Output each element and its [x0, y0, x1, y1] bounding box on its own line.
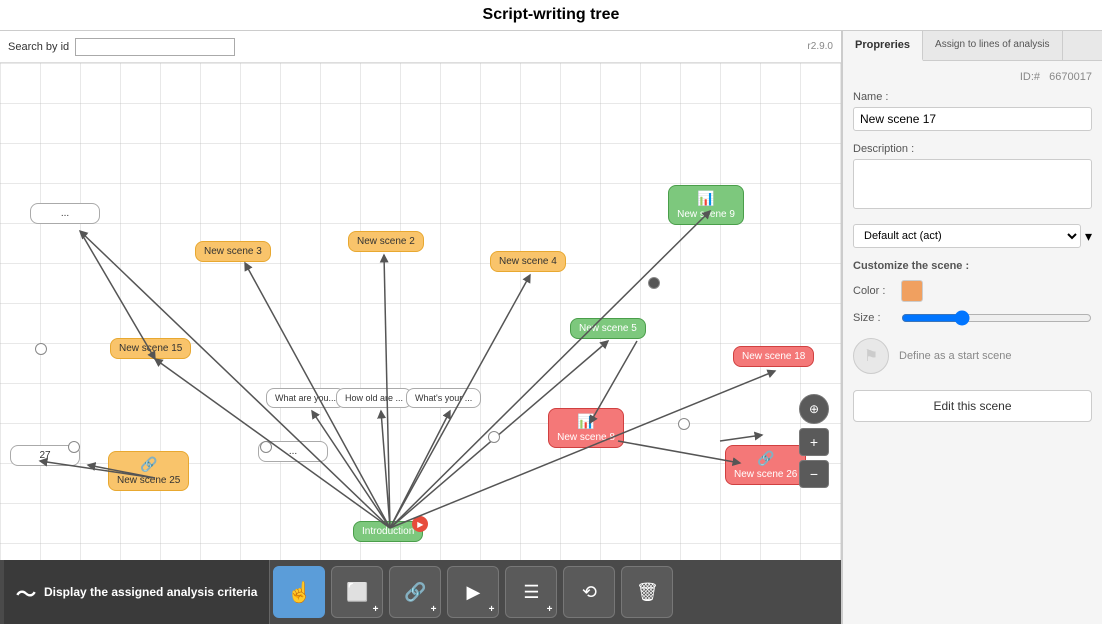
color-label: Color : — [853, 285, 893, 297]
node-whats-your[interactable]: What's your ... — [406, 388, 481, 408]
act-select[interactable]: Default act (act) Act 1 Act 2 Act 3 — [853, 224, 1081, 248]
version-label: r2.9.0 — [807, 41, 833, 52]
color-row: Color : — [853, 280, 1092, 302]
name-field: Name : — [853, 91, 1092, 131]
tool-play[interactable]: ▶ + — [447, 566, 499, 618]
size-slider[interactable] — [901, 310, 1092, 326]
node-new-scene-4[interactable]: New scene 4 — [490, 251, 566, 272]
panel-content: ID:# 6670017 Name : Description : Defaul… — [843, 61, 1102, 624]
title-text: Script-writing tree — [483, 6, 620, 23]
description-field: Description : — [853, 143, 1092, 212]
tool-link[interactable]: 🔗 + — [389, 566, 441, 618]
node-new-scene-25[interactable]: 🔗 New scene 25 — [108, 451, 189, 491]
act-field: Default act (act) Act 1 Act 2 Act 3 ▾ — [853, 224, 1092, 248]
size-row: Size : — [853, 310, 1092, 326]
right-panel: Propreries Assign to lines of analysis I… — [842, 31, 1102, 624]
node-new-scene-15[interactable]: New scene 15 — [110, 338, 191, 359]
node-how-old[interactable]: How old are ... — [336, 388, 412, 408]
search-input[interactable] — [75, 38, 235, 56]
node-what-are-you[interactable]: What are you... — [266, 388, 345, 408]
connector-2 — [68, 441, 80, 453]
node-new-scene-5[interactable]: New scene 5 — [570, 318, 646, 339]
tool-branch[interactable]: ⟲ — [563, 566, 615, 618]
connector-5 — [648, 277, 660, 289]
canvas-area: Search by id r2.9.0 — [0, 31, 842, 624]
node-new-scene-9[interactable]: 📊 New scene 9 — [668, 185, 744, 225]
zoom-controls: ⊕ + − — [799, 394, 829, 488]
panel-id-row: ID:# 6670017 — [853, 71, 1092, 83]
connector-4 — [488, 431, 500, 443]
description-label: Description : — [853, 143, 1092, 155]
canvas-toolbar: Search by id r2.9.0 — [0, 31, 841, 63]
connector-1 — [35, 343, 47, 355]
connector-3 — [260, 441, 272, 453]
connector-6 — [678, 418, 690, 430]
node-new-scene-3[interactable]: New scene 3 — [195, 241, 271, 262]
app-title: Script-writing tree — [0, 0, 1102, 31]
center-button[interactable]: ⊕ — [799, 394, 829, 424]
edit-scene-button[interactable]: Edit this scene — [853, 390, 1092, 422]
panel-id-value: 6670017 — [1049, 71, 1092, 83]
canvas-body[interactable]: ... New scene 3 New scene 2 New scene 4 … — [0, 63, 841, 560]
start-scene-row: ⚑ Define as a start scene — [853, 338, 1092, 374]
flag-icon: ⚑ — [853, 338, 889, 374]
play-badge: ▶ — [412, 516, 428, 532]
node-ellipsis-1[interactable]: ... — [30, 203, 100, 224]
tab-assign-lines[interactable]: Assign to lines of analysis — [923, 31, 1063, 60]
search-label: Search by id — [8, 41, 69, 53]
node-introduction[interactable]: ▶ Introduction — [353, 521, 423, 542]
tool-scene[interactable]: ⬜ + — [331, 566, 383, 618]
description-input[interactable] — [853, 159, 1092, 209]
customize-label: Customize the scene : — [853, 260, 1092, 272]
customize-section: Customize the scene : Color : Size : — [853, 260, 1092, 326]
zoom-in-button[interactable]: + — [799, 428, 829, 456]
size-label: Size : — [853, 312, 893, 324]
tool-cursor[interactable]: ☝ — [273, 566, 325, 618]
node-new-scene-8[interactable]: 📊 New scene 8 — [548, 408, 624, 448]
name-input[interactable] — [853, 107, 1092, 131]
node-new-scene-2[interactable]: New scene 2 — [348, 231, 424, 252]
act-dropdown-icon: ▾ — [1085, 228, 1092, 245]
zoom-out-button[interactable]: − — [799, 460, 829, 488]
analysis-label: Display the assigned analysis criteria — [44, 585, 257, 599]
node-new-scene-26[interactable]: 🔗 New scene 26 — [725, 445, 806, 485]
analysis-icon: 〜 — [16, 578, 36, 607]
tab-properties[interactable]: Propreries — [843, 31, 923, 61]
bottom-toolbar: 〜 Display the assigned analysis criteria… — [0, 560, 841, 624]
node-new-scene-18[interactable]: New scene 18 — [733, 346, 814, 367]
tool-delete[interactable]: 🗑 — [621, 566, 673, 618]
color-swatch[interactable] — [901, 280, 923, 302]
start-scene-label: Define as a start scene — [899, 350, 1012, 362]
tool-list[interactable]: ☰ + — [505, 566, 557, 618]
panel-tabs: Propreries Assign to lines of analysis — [843, 31, 1102, 61]
name-label: Name : — [853, 91, 1092, 103]
analysis-button[interactable]: 〜 Display the assigned analysis criteria — [4, 560, 270, 624]
